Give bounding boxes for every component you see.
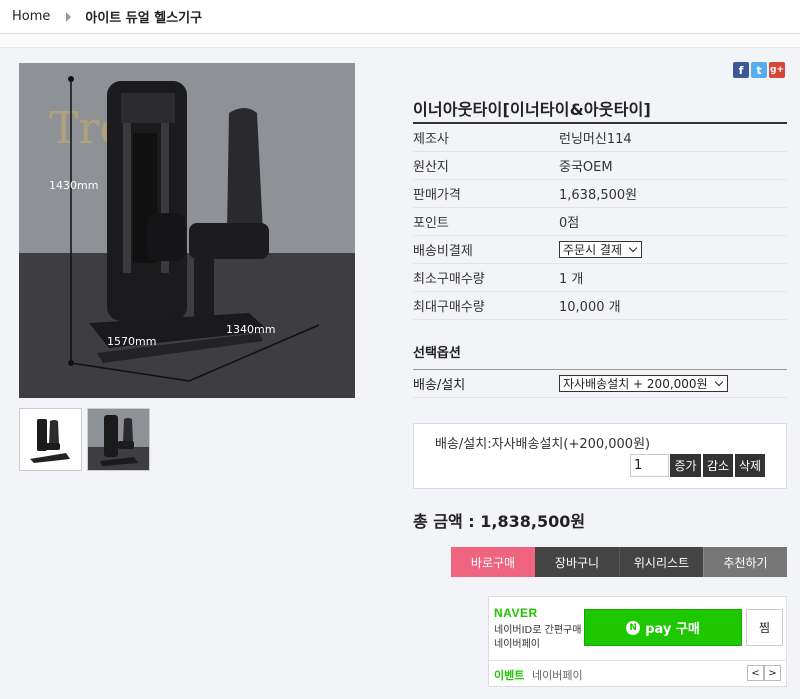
info-row-manufacturer: 제조사 런닝머신114: [413, 124, 787, 152]
info-label: 제조사: [413, 132, 449, 147]
npay-icon: N: [626, 620, 641, 635]
naver-event-text[interactable]: 네이버페이: [532, 667, 583, 683]
thumbnail-1[interactable]: [19, 408, 82, 471]
svg-text:1570mm: 1570mm: [107, 335, 156, 348]
naver-event-label: 이벤트: [494, 669, 525, 682]
info-value: 10,000 개: [559, 300, 621, 315]
breadcrumb-current[interactable]: 아이트 듀얼 헬스기구: [85, 7, 202, 26]
product-info-table: 제조사 런닝머신114 원산지 중국OEM 판매가격 1,638,500원 포인…: [413, 124, 787, 320]
thumbnail-list: [19, 408, 150, 471]
info-label: 최대구매수량: [413, 300, 485, 315]
select-value: 주문시 결제: [563, 243, 623, 257]
info-value: 0점: [559, 216, 580, 231]
chevron-left-icon[interactable]: <: [747, 665, 764, 681]
info-value: 1,638,500원: [559, 188, 638, 203]
naver-logo: NAVER: [494, 606, 538, 620]
breadcrumb-home-link[interactable]: Home: [12, 9, 50, 24]
delete-button[interactable]: 삭제: [735, 454, 765, 477]
naver-pay-box: NAVER 네이버ID로 간편구매 네이버페이 N pay 구매 찜 이벤트 네…: [488, 596, 787, 687]
info-label: 포인트: [413, 216, 449, 231]
increase-button[interactable]: 증가: [670, 454, 701, 477]
quantity-input[interactable]: 1: [630, 454, 669, 477]
info-row-origin: 원산지 중국OEM: [413, 152, 787, 180]
decrease-button[interactable]: 감소: [703, 454, 733, 477]
header-band: [0, 34, 800, 48]
product-title: 이너아웃타이[이너타이&아웃타이]: [413, 100, 652, 119]
info-value: 1 개: [559, 272, 584, 287]
option-label: 배송/설치: [413, 378, 466, 393]
info-row-max-qty: 최대구매수량 10,000 개: [413, 292, 787, 320]
option-row-delivery: 배송/설치 자사배송설치 + 200,000원: [413, 370, 787, 398]
naver-divider: [489, 660, 786, 661]
info-label: 최소구매수량: [413, 272, 485, 287]
total-price: 총 금액 : 1,838,500원: [413, 512, 586, 531]
breadcrumb-arrow-icon: [66, 11, 72, 22]
svg-text:1340mm: 1340mm: [226, 323, 275, 336]
buy-now-button[interactable]: 바로구매: [451, 547, 535, 577]
naver-desc-1: 네이버ID로 간편구매: [494, 625, 582, 636]
select-value: 자사배송설치 + 200,000원: [563, 377, 708, 391]
options-heading: 선택옵션: [413, 346, 461, 361]
chevron-down-icon: [628, 243, 638, 253]
wishlist-button[interactable]: 위시리스트: [619, 547, 703, 577]
npay-label: pay 구매: [645, 622, 700, 637]
svg-text:1430mm: 1430mm: [49, 179, 98, 192]
chevron-down-icon: [714, 377, 723, 387]
chevron-right-icon[interactable]: >: [764, 665, 781, 681]
cart-button[interactable]: 장바구니: [535, 547, 619, 577]
delivery-install-select[interactable]: 자사배송설치 + 200,000원: [559, 375, 728, 392]
product-main-image: Tre 1430mm 1570mm 1340mm: [19, 63, 355, 398]
facebook-icon[interactable]: f: [733, 62, 749, 78]
info-label: 원산지: [413, 160, 449, 175]
info-row-price: 판매가격 1,638,500원: [413, 180, 787, 208]
info-label: 판매가격: [413, 188, 461, 203]
breadcrumb: Home 아이트 듀얼 헬스기구: [0, 0, 800, 34]
selected-option-box: 배송/설치:자사배송설치(+200,000원) 1 증가 감소 삭제: [413, 423, 787, 489]
jjim-button[interactable]: 찜: [746, 609, 783, 646]
info-value: 중국OEM: [559, 160, 613, 175]
shipping-payment-select[interactable]: 주문시 결제: [559, 241, 643, 258]
share-buttons: f t g+: [733, 62, 785, 78]
info-label: 배송비결제: [413, 244, 473, 259]
naver-event-nav: < >: [747, 665, 781, 681]
info-value: 런닝머신114: [559, 132, 632, 147]
selected-option-name: 배송/설치:자사배송설치(+200,000원): [435, 437, 651, 452]
action-buttons: 바로구매 장바구니 위시리스트 추천하기: [451, 547, 787, 577]
thumbnail-2[interactable]: [87, 408, 150, 471]
info-row-shipping-payment: 배송비결제 주문시 결제: [413, 236, 787, 264]
naver-desc-2: 네이버페이: [494, 639, 540, 650]
recommend-button[interactable]: 추천하기: [703, 547, 787, 577]
info-row-min-qty: 최소구매수량 1 개: [413, 264, 787, 292]
naver-pay-button[interactable]: N pay 구매: [584, 609, 742, 646]
googleplus-icon[interactable]: g+: [769, 62, 785, 78]
info-row-points: 포인트 0점: [413, 208, 787, 236]
twitter-icon[interactable]: t: [751, 62, 767, 78]
